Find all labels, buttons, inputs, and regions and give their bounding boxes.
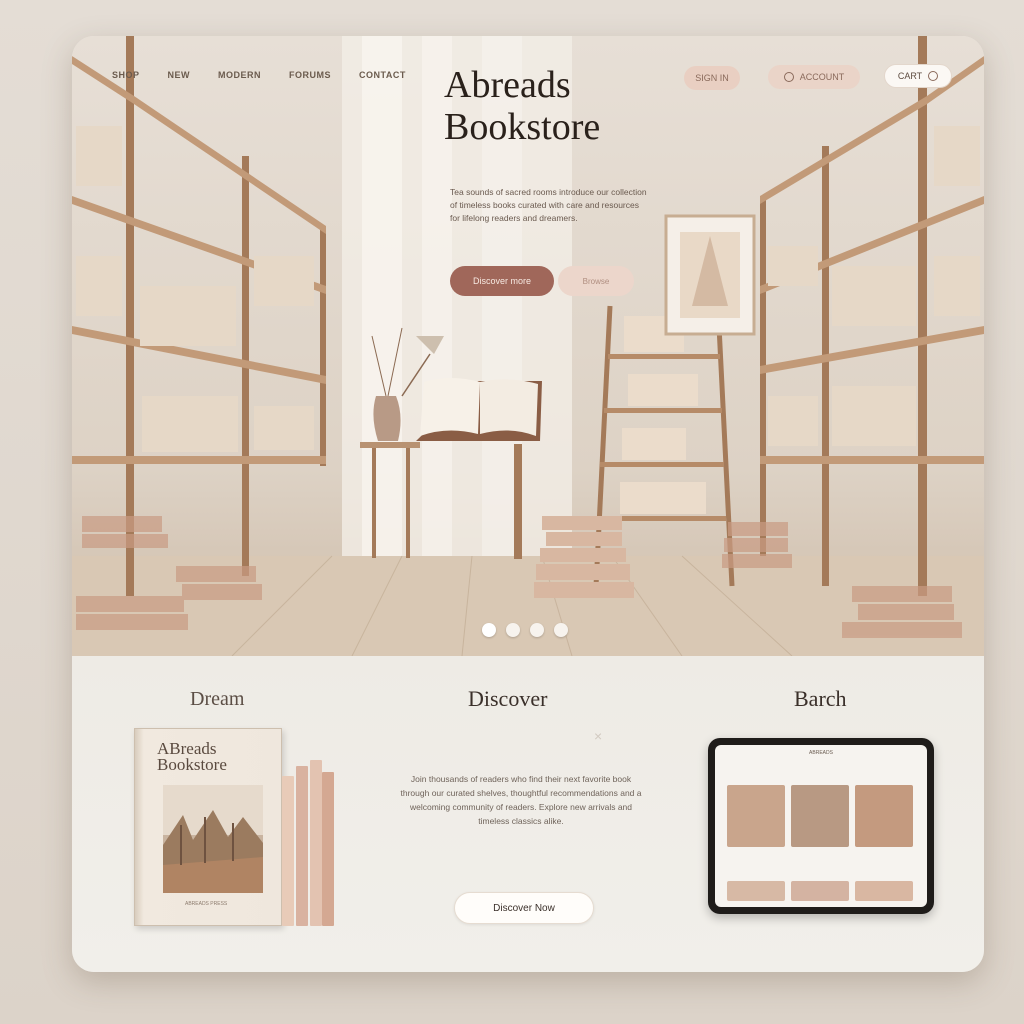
sign-in-button[interactable]: SIGN IN xyxy=(684,66,740,90)
featured-book-cover[interactable]: ABreads Bookstore ABREADS PRESS xyxy=(134,728,282,926)
user-icon xyxy=(783,72,794,82)
thumbnail[interactable] xyxy=(727,881,785,901)
tablet-header: ABREADS xyxy=(809,750,833,756)
carousel-dot[interactable] xyxy=(554,623,568,637)
main-nav: SHOP NEW MODERN FORUMS CONTACT xyxy=(112,70,406,80)
discover-more-button[interactable]: Discover more xyxy=(450,266,554,296)
nav-item-contact[interactable]: CONTACT xyxy=(359,70,406,80)
carousel-dot[interactable] xyxy=(530,623,544,637)
thumbnail[interactable] xyxy=(727,785,785,847)
browse-button[interactable]: Browse xyxy=(558,266,634,296)
carousel-dot[interactable] xyxy=(482,623,496,637)
sign-in-label: SIGN IN xyxy=(695,73,729,83)
cart-button[interactable]: CART xyxy=(884,64,952,88)
features-section: Dream Discover Barch ABreads Bookstore A… xyxy=(72,656,984,972)
discover-now-button[interactable]: Discover Now xyxy=(454,892,594,924)
thumbnail[interactable] xyxy=(791,881,849,901)
page-card: SHOP NEW MODERN FORUMS CONTACT Abreads B… xyxy=(72,36,984,972)
carousel-dot[interactable] xyxy=(506,623,520,637)
hero-section: SHOP NEW MODERN FORUMS CONTACT Abreads B… xyxy=(72,36,984,656)
book-title: ABreads Bookstore xyxy=(157,739,227,774)
cart-label: CART xyxy=(897,71,923,81)
book-spine xyxy=(296,766,308,926)
book-publisher: ABREADS PRESS xyxy=(185,901,228,907)
tablet-preview: ABREADS xyxy=(708,738,934,914)
brand-line-1: Abreads xyxy=(444,64,571,106)
nav-item-new[interactable]: NEW xyxy=(168,70,191,80)
brand-title: Abreads Bookstore xyxy=(444,64,664,148)
account-label: ACCOUNT xyxy=(799,72,845,82)
account-button[interactable]: ACCOUNT xyxy=(768,65,860,89)
cart-icon xyxy=(928,71,939,81)
discover-heading: Discover xyxy=(468,686,548,711)
nav-item-forums[interactable]: FORUMS xyxy=(289,70,331,80)
tablet-screen: ABREADS xyxy=(715,745,927,907)
thumbnail[interactable] xyxy=(791,785,849,847)
carousel-dots xyxy=(482,623,568,637)
nav-item-shop[interactable]: SHOP xyxy=(112,70,140,80)
thumbnail[interactable] xyxy=(855,881,913,901)
book-spine xyxy=(282,776,294,926)
thumbnail[interactable] xyxy=(855,785,913,847)
book-spine xyxy=(310,760,322,926)
close-icon: × xyxy=(594,728,603,744)
discover-description: Join thousands of readers who find their… xyxy=(400,774,642,826)
hero-description: Tea sounds of sacred rooms introduce our… xyxy=(450,187,647,223)
book-cover-illustration xyxy=(163,785,263,893)
book-spine xyxy=(322,772,334,926)
brand-line-2: Bookstore xyxy=(444,106,601,148)
nav-item-modern[interactable]: MODERN xyxy=(218,70,261,80)
dream-heading: Dream xyxy=(190,688,245,710)
search-heading: Barch xyxy=(794,686,847,711)
